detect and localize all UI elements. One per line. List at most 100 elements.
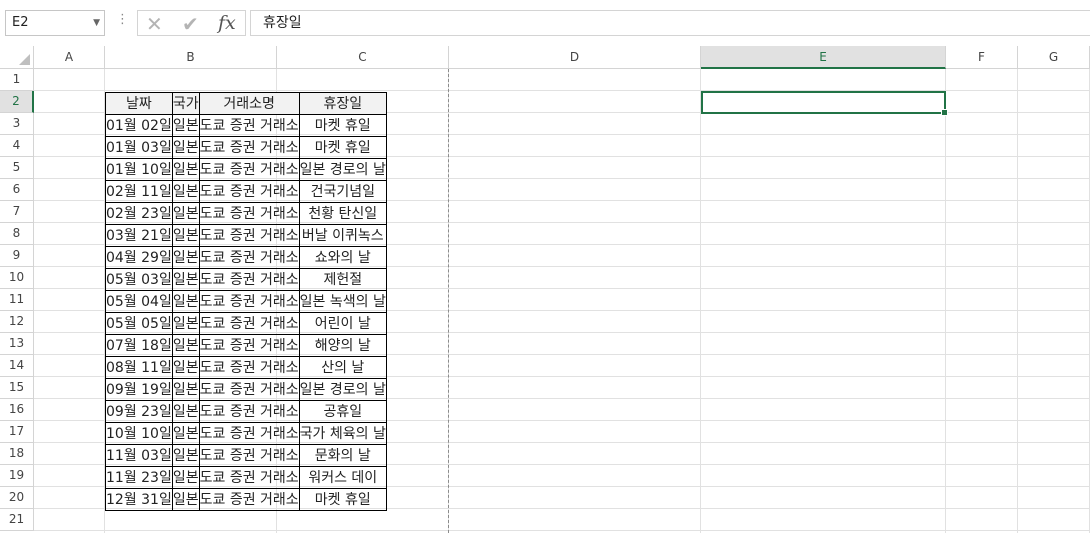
table-cell[interactable]: 04월 29일 [105,246,173,269]
table-cell[interactable]: 일본 [171,334,200,357]
table-cell[interactable]: 일본 [171,466,200,489]
header-cell[interactable]: 날짜 [105,92,173,115]
table-cell[interactable]: 일본 [171,356,200,379]
table-cell[interactable]: 05월 03일 [105,268,173,291]
table-cell[interactable]: 해양의 날 [298,334,387,357]
table-cell[interactable]: 일본 [171,444,200,467]
table-cell[interactable]: 산의 날 [298,356,387,379]
table-cell[interactable]: 도쿄 증권 거래소 [198,356,300,379]
table-cell[interactable]: 일본 [171,114,200,137]
table-cell[interactable]: 도쿄 증권 거래소 [198,334,300,357]
table-cell[interactable]: 일본 [171,312,200,335]
table-cell[interactable]: 07월 18일 [105,334,173,357]
table-cell[interactable]: 도쿄 증권 거래소 [198,246,300,269]
chevron-down-icon[interactable]: ▼ [93,11,100,35]
table-cell[interactable]: 문화의 날 [298,444,387,467]
column-header-a[interactable]: A [34,46,105,69]
row-header-4[interactable]: 4 [0,135,34,157]
table-cell[interactable]: 도쿄 증권 거래소 [198,488,300,511]
column-header-f[interactable]: F [946,46,1018,69]
table-cell[interactable]: 08월 11일 [105,356,173,379]
table-cell[interactable]: 03월 21일 [105,224,173,247]
name-box[interactable]: E2 ▼ [5,10,105,36]
table-cell[interactable]: 11월 03일 [105,444,173,467]
row-header-15[interactable]: 15 [0,377,34,399]
more-options-icon[interactable]: ⋮ [116,12,129,27]
table-cell[interactable]: 01월 10일 [105,158,173,181]
table-cell[interactable]: 12월 31일 [105,488,173,511]
table-cell[interactable]: 도쿄 증권 거래소 [198,224,300,247]
table-cell[interactable]: 일본 [171,158,200,181]
row-header-14[interactable]: 14 [0,355,34,377]
check-icon[interactable]: ✔ [182,12,199,36]
row-header-12[interactable]: 12 [0,311,34,333]
header-cell[interactable]: 거래소명 [198,92,300,115]
table-cell[interactable]: 01월 02일 [105,114,173,137]
column-header-b[interactable]: B [105,46,277,69]
select-all-corner[interactable] [0,46,34,69]
table-cell[interactable]: 일본 [171,400,200,423]
row-header-21[interactable]: 21 [0,509,34,531]
row-header-18[interactable]: 18 [0,443,34,465]
table-cell[interactable]: 천황 탄신일 [298,202,387,225]
header-cell[interactable]: 국가 [171,92,200,115]
table-cell[interactable]: 도쿄 증권 거래소 [198,180,300,203]
table-cell[interactable]: 건국기념일 [298,180,387,203]
row-header-11[interactable]: 11 [0,289,34,311]
table-cell[interactable]: 도쿄 증권 거래소 [198,136,300,159]
table-cell[interactable]: 일본 [171,202,200,225]
function-icon[interactable]: fx [218,12,236,34]
table-cell[interactable]: 일본 [171,290,200,313]
table-cell[interactable]: 일본 [171,488,200,511]
table-cell[interactable]: 일본 [171,136,200,159]
row-header-17[interactable]: 17 [0,421,34,443]
table-cell[interactable]: 도쿄 증권 거래소 [198,158,300,181]
table-cell[interactable]: 마켓 휴일 [298,488,387,511]
table-cell[interactable]: 어린이 날 [298,312,387,335]
table-cell[interactable]: 도쿄 증권 거래소 [198,422,300,445]
table-cell[interactable]: 국가 체육의 날 [298,422,387,445]
table-cell[interactable]: 05월 04일 [105,290,173,313]
row-header-6[interactable]: 6 [0,179,34,201]
header-cell[interactable]: 휴장일 [298,92,387,115]
row-header-16[interactable]: 16 [0,399,34,421]
table-cell[interactable]: 도쿄 증권 거래소 [198,268,300,291]
table-cell[interactable]: 마켓 휴일 [298,136,387,159]
table-cell[interactable]: 일본 [171,180,200,203]
table-cell[interactable]: 도쿄 증권 거래소 [198,290,300,313]
table-cell[interactable]: 일본 [171,378,200,401]
table-cell[interactable]: 쇼와의 날 [298,246,387,269]
table-cell[interactable]: 일본 [171,268,200,291]
table-cell[interactable]: 도쿄 증권 거래소 [198,378,300,401]
table-cell[interactable]: 일본 [171,422,200,445]
table-cell[interactable]: 일본 경로의 날 [298,158,387,181]
table-cell[interactable]: 10월 10일 [105,422,173,445]
row-header-10[interactable]: 10 [0,267,34,289]
row-header-1[interactable]: 1 [0,69,34,91]
table-cell[interactable]: 일본 [171,224,200,247]
row-header-3[interactable]: 3 [0,113,34,135]
table-cell[interactable]: 버날 이퀴녹스 [298,224,387,247]
column-header-g[interactable]: G [1018,46,1090,69]
table-cell[interactable]: 일본 경로의 날 [298,378,387,401]
table-cell[interactable]: 도쿄 증권 거래소 [198,202,300,225]
table-cell[interactable]: 01월 03일 [105,136,173,159]
column-header-c[interactable]: C [277,46,449,69]
row-header-19[interactable]: 19 [0,465,34,487]
row-header-2[interactable]: 2 [0,91,34,113]
column-header-e[interactable]: E [701,46,946,69]
table-cell[interactable]: 05월 05일 [105,312,173,335]
row-header-7[interactable]: 7 [0,201,34,223]
row-header-9[interactable]: 9 [0,245,34,267]
table-cell[interactable]: 제헌절 [298,268,387,291]
table-cell[interactable]: 도쿄 증권 거래소 [198,466,300,489]
table-cell[interactable]: 일본 녹색의 날 [298,290,387,313]
table-cell[interactable]: 일본 [171,246,200,269]
row-header-8[interactable]: 8 [0,223,34,245]
table-cell[interactable]: 도쿄 증권 거래소 [198,400,300,423]
table-cell[interactable]: 마켓 휴일 [298,114,387,137]
table-cell[interactable]: 도쿄 증권 거래소 [198,114,300,137]
table-cell[interactable]: 02월 11일 [105,180,173,203]
table-cell[interactable]: 09월 19일 [105,378,173,401]
table-cell[interactable]: 09월 23일 [105,400,173,423]
